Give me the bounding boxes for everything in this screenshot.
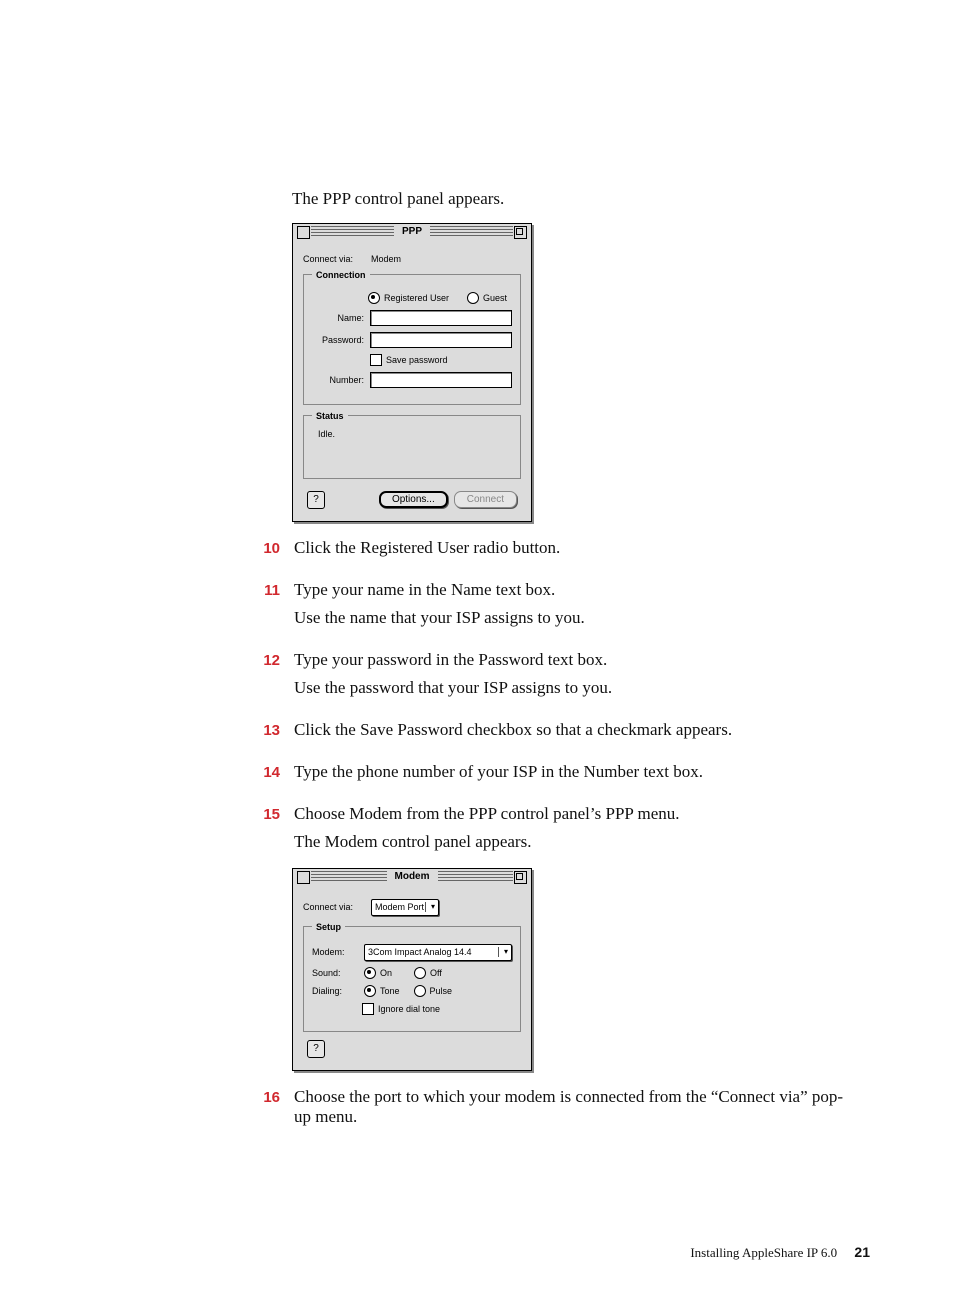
close-icon[interactable] (297, 871, 310, 884)
dialing-tone-radio[interactable]: Tone (364, 985, 400, 997)
name-input[interactable] (370, 310, 512, 326)
connect-via-select-value: Modem Port (375, 902, 424, 912)
ppp-window: PPP Connect via: Modem Connection Regist… (292, 223, 532, 522)
name-label: Name: (312, 313, 370, 323)
connect-via-select[interactable]: Modem Port ▾ (371, 899, 439, 916)
connect-button[interactable]: Connect (454, 491, 517, 508)
modem-title-bar: Modem (293, 869, 531, 885)
sound-on-label: On (380, 968, 392, 978)
modem-window: Modem Connect via: Modem Port ▾ Setup Mo… (292, 868, 532, 1071)
connection-legend: Connection (312, 270, 370, 280)
chevron-updown-icon: ▾ (504, 948, 508, 956)
ppp-window-title: PPP (394, 226, 430, 237)
sound-off-label: Off (430, 968, 442, 978)
modem-select[interactable]: 3Com Impact Analog 14.4 ▾ (364, 944, 512, 961)
registered-user-label: Registered User (384, 293, 449, 303)
checkbox-icon (370, 354, 382, 366)
step-number: 15 (248, 806, 280, 823)
step-number: 13 (248, 722, 280, 739)
step-text: Choose the port to which your modem is c… (294, 1087, 854, 1127)
intro-paragraph: The PPP control panel appears. (292, 188, 854, 211)
radio-selected-icon (364, 985, 376, 997)
zoom-icon[interactable] (514, 226, 527, 239)
status-legend: Status (312, 411, 348, 421)
step-text: Type your password in the Password text … (294, 650, 854, 670)
steps-list-2: 16 Choose the port to which your modem i… (248, 1087, 854, 1133)
sound-off-radio[interactable]: Off (414, 967, 442, 979)
sound-on-radio[interactable]: On (364, 967, 392, 979)
modem-select-value: 3Com Impact Analog 14.4 (368, 947, 472, 957)
step-number: 10 (248, 540, 280, 557)
password-input[interactable] (370, 332, 512, 348)
intro-text: The PPP control panel appears. (292, 188, 854, 211)
save-password-checkbox[interactable]: Save password (370, 354, 448, 366)
setup-legend: Setup (312, 922, 345, 932)
step-12: 12 Type your password in the Password te… (248, 650, 854, 704)
save-password-label: Save password (386, 355, 448, 365)
step-10: 10 Click the Registered User radio butto… (248, 538, 854, 564)
step-number: 11 (248, 582, 280, 599)
ignore-dialtone-checkbox[interactable]: Ignore dial tone (362, 1003, 440, 1015)
status-group: Status Idle. (303, 411, 521, 479)
password-label: Password: (312, 335, 370, 345)
radio-icon (414, 985, 426, 997)
step-text: Click the Registered User radio button. (294, 538, 854, 558)
step-number: 12 (248, 652, 280, 669)
guest-label: Guest (483, 293, 507, 303)
options-button[interactable]: Options... (379, 491, 448, 508)
step-subtext: The Modem control panel appears. (294, 832, 854, 852)
modem-field-label: Modem: (312, 947, 364, 957)
step-text: Click the Save Password checkbox so that… (294, 720, 854, 740)
step-15: 15 Choose Modem from the PPP control pan… (248, 804, 854, 858)
step-text: Choose Modem from the PPP control panel’… (294, 804, 854, 824)
step-16: 16 Choose the port to which your modem i… (248, 1087, 854, 1133)
page: The PPP control panel appears. PPP Conne… (0, 0, 954, 1315)
steps-list: 10 Click the Registered User radio butto… (248, 538, 854, 858)
registered-user-radio[interactable]: Registered User (368, 292, 449, 304)
step-text: Type your name in the Name text box. (294, 580, 854, 600)
ppp-title-bar: PPP (293, 224, 531, 240)
step-13: 13 Click the Save Password checkbox so t… (248, 720, 854, 746)
number-input[interactable] (370, 372, 512, 388)
close-icon[interactable] (297, 226, 310, 239)
dialing-pulse-radio[interactable]: Pulse (414, 985, 453, 997)
dialing-label: Dialing: (312, 986, 364, 996)
guest-radio[interactable]: Guest (467, 292, 507, 304)
step-number: 16 (248, 1089, 280, 1106)
page-number: 21 (854, 1244, 870, 1260)
radio-icon (467, 292, 479, 304)
modem-window-title: Modem (387, 871, 438, 882)
chevron-updown-icon: ▾ (431, 903, 435, 911)
help-button[interactable]: ? (307, 491, 325, 509)
connect-via-label: Connect via: (303, 254, 371, 264)
step-text: Type the phone number of your ISP in the… (294, 762, 854, 782)
modem-connect-via-label: Connect via: (303, 902, 371, 912)
setup-group: Setup Modem: 3Com Impact Analog 14.4 ▾ S… (303, 922, 521, 1032)
number-label: Number: (312, 375, 370, 385)
step-subtext: Use the password that your ISP assigns t… (294, 678, 854, 698)
sound-label: Sound: (312, 968, 364, 978)
step-14: 14 Type the phone number of your ISP in … (248, 762, 854, 788)
help-button[interactable]: ? (307, 1040, 325, 1058)
radio-selected-icon (364, 967, 376, 979)
dialing-tone-label: Tone (380, 986, 400, 996)
page-footer: Installing AppleShare IP 6.0 21 (690, 1244, 870, 1261)
status-value: Idle. (312, 427, 512, 461)
step-11: 11 Type your name in the Name text box. … (248, 580, 854, 634)
connection-group: Connection Registered User Guest Name: (303, 270, 521, 405)
ignore-dialtone-label: Ignore dial tone (378, 1004, 440, 1014)
zoom-icon[interactable] (514, 871, 527, 884)
radio-icon (414, 967, 426, 979)
step-number: 14 (248, 764, 280, 781)
step-subtext: Use the name that your ISP assigns to yo… (294, 608, 854, 628)
radio-selected-icon (368, 292, 380, 304)
checkbox-icon (362, 1003, 374, 1015)
connect-via-value: Modem (371, 254, 401, 264)
footer-text: Installing AppleShare IP 6.0 (690, 1245, 837, 1260)
dialing-pulse-label: Pulse (430, 986, 453, 996)
